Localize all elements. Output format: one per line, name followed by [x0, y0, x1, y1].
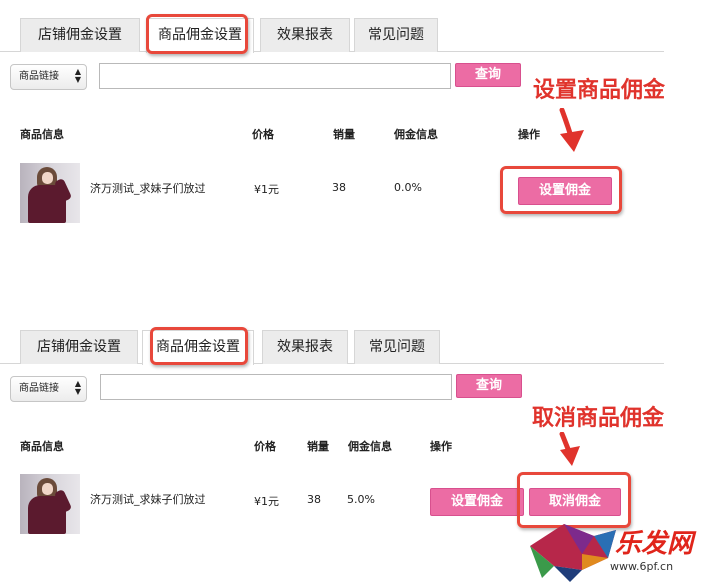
product-sales: 38: [307, 493, 321, 506]
header-commission: 佣金信息: [394, 128, 438, 141]
select-arrows-icon: ▲ ▼: [74, 67, 81, 84]
tab-highlight-box: [150, 327, 248, 365]
search-input[interactable]: [99, 63, 451, 89]
cancel-commission-button[interactable]: 取消佣金: [529, 488, 621, 516]
header-price: 价格: [254, 440, 276, 453]
search-type-label: 商品链接: [19, 383, 59, 394]
product-price: ¥1元: [254, 183, 279, 196]
header-product-info: 商品信息: [20, 440, 64, 453]
search-type-select[interactable]: 商品链接 ▲ ▼: [10, 64, 87, 90]
tab-shop-commission[interactable]: 店铺佣金设置: [20, 330, 138, 364]
select-arrows-icon: ▲ ▼: [74, 379, 81, 396]
search-input[interactable]: [100, 374, 452, 400]
query-button[interactable]: 查询: [456, 374, 522, 398]
annotation-set-commission: 设置商品佣金: [533, 78, 666, 103]
product-commission: 0.0%: [394, 181, 422, 194]
product-thumbnail[interactable]: [20, 474, 80, 534]
search-type-select[interactable]: 商品链接 ▲ ▼: [10, 376, 87, 402]
tab-bar: 店铺佣金设置 商品佣金设置 效果报表 常见问题: [0, 328, 664, 365]
tab-shop-commission[interactable]: 店铺佣金设置: [20, 18, 140, 52]
product-sales: 38: [332, 181, 346, 194]
tab-highlight-box: [146, 14, 248, 54]
tab-report[interactable]: 效果报表: [260, 18, 350, 52]
header-sales: 销量: [307, 440, 329, 453]
product-name[interactable]: 济万测试_求妹子们放过: [90, 491, 206, 507]
product-commission: 5.0%: [347, 493, 375, 506]
header-price: 价格: [252, 128, 274, 141]
arrow-down-icon: [559, 432, 580, 466]
annotation-cancel-commission: 取消商品佣金: [532, 406, 665, 431]
search-type-label: 商品链接: [19, 71, 59, 82]
arrow-down-icon: [559, 108, 584, 152]
header-sales: 销量: [333, 128, 355, 141]
set-commission-button[interactable]: 设置佣金: [430, 488, 524, 516]
header-actions: 操作: [518, 128, 540, 141]
query-button[interactable]: 查询: [455, 63, 521, 87]
header-actions: 操作: [430, 440, 452, 453]
header-commission: 佣金信息: [348, 440, 392, 453]
header-product-info: 商品信息: [20, 128, 64, 141]
tab-bar: 店铺佣金设置 商品佣金设置 效果报表 常见问题: [0, 16, 664, 53]
tab-report[interactable]: 效果报表: [262, 330, 348, 364]
tab-faq[interactable]: 常见问题: [354, 18, 438, 52]
product-price: ¥1元: [254, 495, 279, 508]
product-name[interactable]: 济万测试_求妹子们放过: [90, 180, 206, 196]
set-commission-button[interactable]: 设置佣金: [518, 177, 612, 205]
watermark-brand: 乐发网: [615, 529, 694, 559]
watermark-url: www.6pf.cn: [610, 560, 674, 573]
product-thumbnail[interactable]: [20, 163, 80, 223]
tab-faq[interactable]: 常见问题: [354, 330, 440, 364]
panel-set-commission: 店铺佣金设置 商品佣金设置 效果报表 常见问题 商品链接 ▲ ▼ 查询 设置商品佣…: [0, 0, 710, 300]
